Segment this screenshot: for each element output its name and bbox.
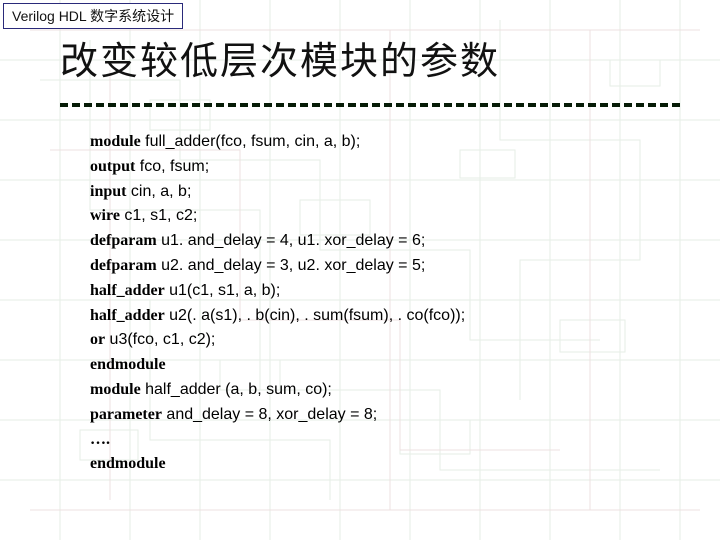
code-block: module full_adder(fco, fsum, cin, a, b);… xyxy=(90,130,465,477)
code-line: module full_adder(fco, fsum, cin, a, b); xyxy=(90,130,465,155)
code-line: defparam u2. and_delay = 3, u2. xor_dela… xyxy=(90,254,465,279)
title-area: 改变较低层次模块的参数 xyxy=(60,30,680,107)
code-line: endmodule xyxy=(90,452,465,477)
code-line: endmodule xyxy=(90,353,465,378)
code-line: half_adder u2(. a(s1), . b(cin), . sum(f… xyxy=(90,304,465,329)
code-line: half_adder u1(c1, s1, a, b); xyxy=(90,279,465,304)
code-line: module half_adder (a, b, sum, co); xyxy=(90,378,465,403)
title-underline xyxy=(60,103,680,107)
slide-header-label: Verilog HDL 数字系统设计 xyxy=(3,3,183,29)
slide-title: 改变较低层次模块的参数 xyxy=(60,30,680,95)
code-line: or u3(fco, c1, c2); xyxy=(90,328,465,353)
code-line: output fco, fsum; xyxy=(90,155,465,180)
code-line: defparam u1. and_delay = 4, u1. xor_dela… xyxy=(90,229,465,254)
code-line: wire c1, s1, c2; xyxy=(90,204,465,229)
code-line: input cin, a, b; xyxy=(90,180,465,205)
code-line: parameter and_delay = 8, xor_delay = 8; xyxy=(90,403,465,428)
code-line: …. xyxy=(90,428,465,453)
